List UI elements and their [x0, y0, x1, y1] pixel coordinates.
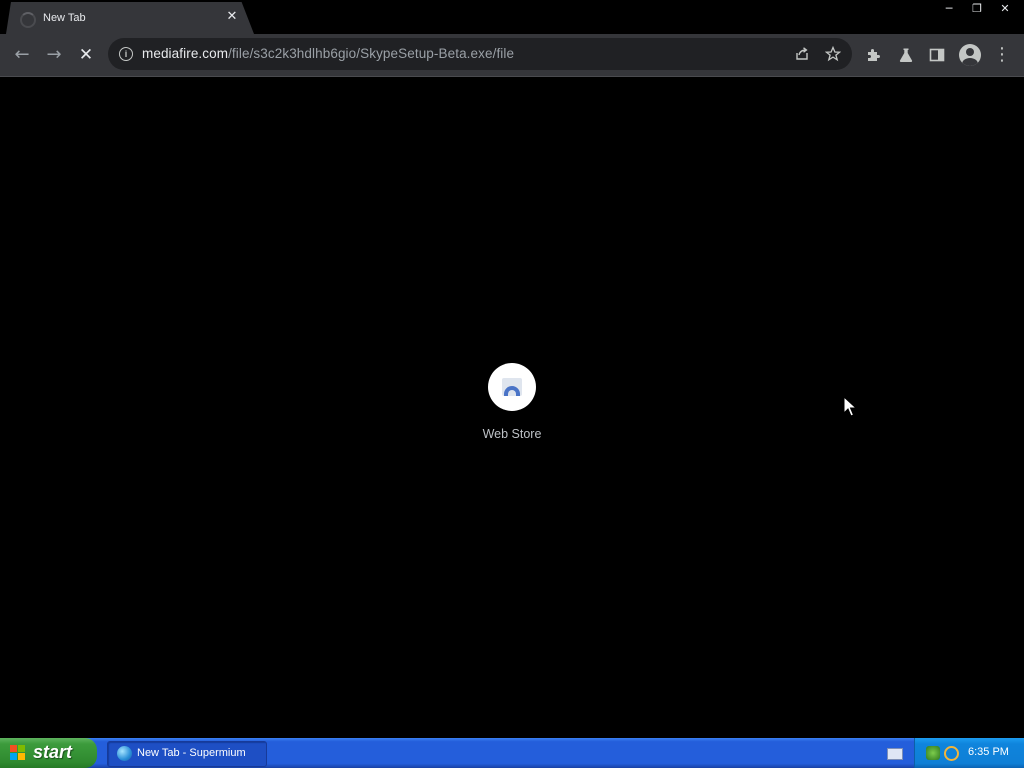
back-button[interactable]: ←	[8, 41, 36, 69]
url-path: /file/s3c2k3hdlhb6gio/SkypeSetup-Beta.ex…	[228, 46, 515, 61]
store-arc-inner-shape	[508, 390, 516, 396]
taskbar: start New Tab - Supermium 6:35 PM	[0, 738, 1024, 768]
start-label: start	[33, 742, 73, 762]
avatar-body	[962, 58, 978, 66]
shortcut-label: Web Store	[482, 427, 542, 441]
web-store-icon	[488, 363, 536, 411]
loading-spinner-icon	[20, 12, 36, 28]
url-text[interactable]: mediafire.com/file/s3c2k3hdlhb6gio/Skype…	[142, 46, 514, 61]
bookmark-star-icon[interactable]	[822, 43, 844, 65]
taskbar-item-browser[interactable]: New Tab - Supermium	[107, 741, 267, 767]
supermium-browser-icon	[117, 746, 132, 761]
mouse-pointer-icon	[843, 396, 857, 417]
close-window-button[interactable]: ✕	[992, 0, 1018, 18]
site-info-icon[interactable]: i	[119, 47, 133, 61]
url-host: mediafire.com	[142, 46, 229, 61]
stop-loading-button[interactable]: ✕	[72, 41, 100, 69]
window-controls: ─ ❐ ✕	[934, 0, 1018, 18]
forward-button[interactable]: →	[40, 41, 68, 69]
profile-avatar-icon[interactable]	[959, 44, 981, 66]
tab-title: New Tab	[43, 12, 86, 24]
network-tray-icon[interactable]	[926, 746, 940, 760]
tab-close-icon[interactable]: ✕	[223, 8, 241, 26]
labs-flask-icon[interactable]	[892, 41, 920, 69]
system-tray: 6:35 PM	[914, 738, 1024, 768]
side-panel-icon[interactable]	[923, 41, 951, 69]
tab-strip: New Tab ✕ ─ ❐ ✕	[0, 0, 1024, 34]
extensions-puzzle-icon[interactable]	[860, 41, 888, 69]
avatar-head	[966, 48, 974, 56]
shortcut-web-store[interactable]: Web Store	[466, 363, 558, 447]
browser-window: New Tab ✕ ─ ❐ ✕ ← → ✕ i mediafire.com/fi…	[0, 0, 1024, 738]
address-bar[interactable]: i mediafire.com/file/s3c2k3hdlhb6gio/Sky…	[108, 38, 852, 70]
taskbar-item-label: New Tab - Supermium	[137, 747, 246, 759]
browser-menu-icon[interactable]: ⋮	[988, 41, 1016, 69]
search-tray-icon[interactable]	[944, 746, 959, 761]
restore-button[interactable]: ❐	[964, 0, 990, 18]
clock[interactable]: 6:35 PM	[968, 746, 1009, 758]
tab-new-tab[interactable]: New Tab	[6, 2, 254, 34]
toolbar: ← → ✕ i mediafire.com/file/s3c2k3hdlhb6g…	[0, 34, 1024, 77]
minimize-button[interactable]: ─	[936, 0, 962, 18]
start-button[interactable]: start	[0, 738, 97, 768]
keyboard-language-icon[interactable]	[887, 748, 903, 760]
share-icon[interactable]	[791, 43, 813, 65]
windows-flag-icon	[10, 745, 26, 761]
page-content: Web Store	[0, 77, 1024, 738]
